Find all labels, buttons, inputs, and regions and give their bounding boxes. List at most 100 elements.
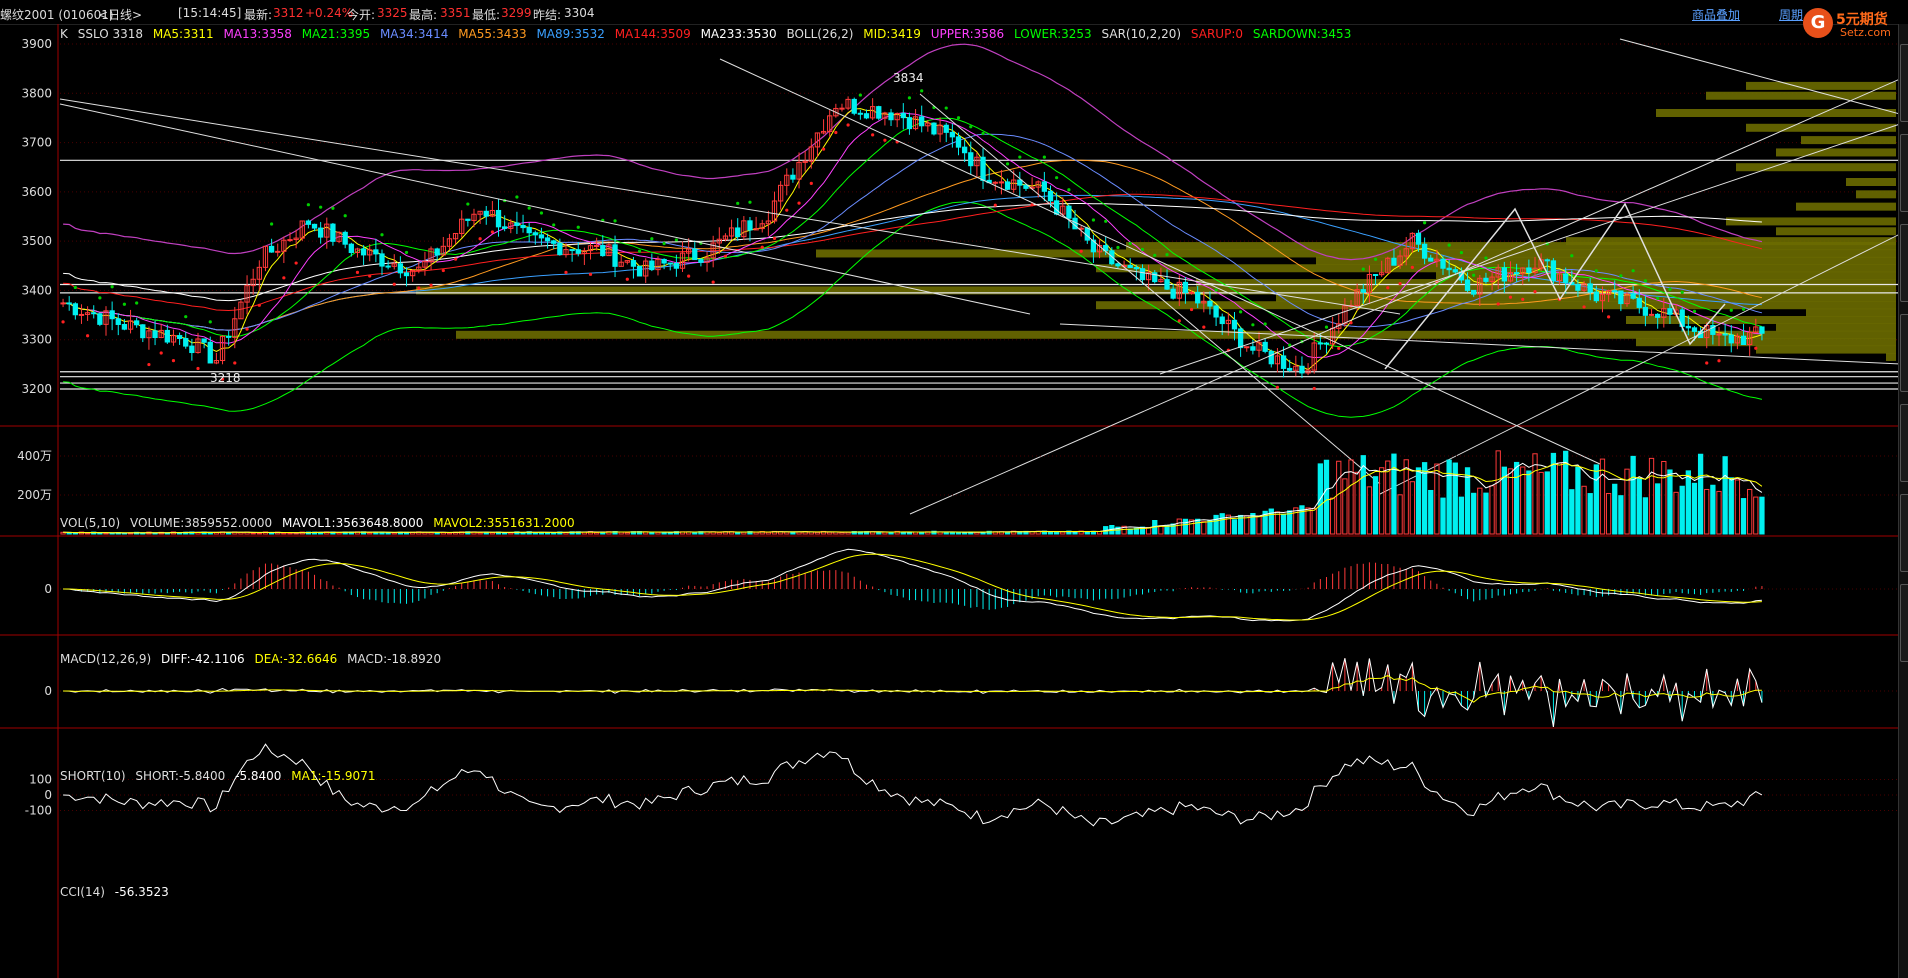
candle-body [176, 335, 183, 339]
sar-dot [257, 303, 261, 307]
candle-body [1471, 289, 1477, 295]
volume-bar [1440, 497, 1446, 535]
sar-dot [711, 280, 715, 284]
volume-bar [1176, 518, 1182, 535]
candle-body [1207, 300, 1213, 307]
side-tab-3[interactable] [1900, 224, 1908, 302]
sar-dot [1508, 295, 1513, 299]
sar-dot [552, 223, 556, 227]
sar-dot [1717, 359, 1721, 363]
sar-dot [110, 285, 114, 289]
candle-body [1231, 319, 1238, 330]
volume-bar [1471, 492, 1477, 535]
ma34-label: MA34:3414 [379, 27, 449, 41]
volume-bar [1716, 490, 1722, 535]
volume-bar [1391, 453, 1397, 535]
volume-profile-bar [1856, 190, 1896, 199]
high-value: 3351 [440, 6, 471, 20]
volume-bar [1667, 469, 1673, 535]
boll-mid-label: MID:3419 [863, 27, 921, 41]
sar-dot [1410, 265, 1414, 269]
sar-dot [1042, 155, 1046, 159]
candle-body [1219, 316, 1225, 325]
candle-body [876, 106, 882, 119]
sar-dot [1484, 256, 1488, 260]
candle-body [72, 303, 78, 316]
side-tab-6[interactable] [1900, 494, 1908, 572]
side-tab-7[interactable] [1900, 584, 1908, 662]
candle-body [183, 337, 189, 347]
candle-body [91, 312, 97, 315]
sar-dot [466, 202, 470, 206]
sar-dot [171, 359, 176, 363]
sar-dot [662, 241, 666, 246]
candle-body [330, 223, 336, 242]
side-tab-5[interactable] [1900, 404, 1908, 482]
volume-bar [1520, 466, 1526, 535]
candle-body [526, 227, 532, 234]
volume-bar [1323, 459, 1330, 535]
volume-bar [655, 531, 661, 535]
candlestick-chart-canvas[interactable]: 3900 3800 3700 3600 3500 3400 3300 3200 3834 3218… [0, 24, 1898, 978]
candle-body [1360, 289, 1366, 293]
sar-dot [1692, 309, 1697, 313]
sar-dot [1079, 249, 1083, 253]
side-tab-1[interactable] [1900, 44, 1908, 122]
volume-bar [1458, 496, 1465, 535]
sar-dot [1643, 279, 1648, 283]
candle-body [1053, 200, 1060, 215]
period-tag: <日线> [98, 8, 143, 22]
candle-body [1164, 279, 1170, 290]
cci-axis-label: -100 [25, 804, 52, 818]
high-label: 最高: [409, 8, 438, 22]
candle-body [649, 260, 655, 271]
volume-bar [827, 531, 833, 535]
candle-body [747, 220, 753, 231]
boll-lower-label: LOWER:3253 [1013, 27, 1092, 41]
overlay-link[interactable]: 商品叠加 [1692, 8, 1740, 22]
volume-bar [1372, 476, 1379, 535]
candle-body [1501, 267, 1507, 282]
sar-dot [135, 301, 139, 305]
sar-dot [1239, 310, 1243, 314]
open-label: 今开: [347, 8, 376, 22]
candle-body [955, 136, 962, 148]
trend-line [59, 98, 1401, 315]
volume-bar [1624, 468, 1630, 535]
candle-body [544, 237, 551, 242]
volume-bar [649, 531, 655, 535]
candle-body [863, 113, 870, 119]
volume-bar [1483, 492, 1489, 535]
contract-title: 螺纹2001 (010601) [0, 8, 114, 22]
sar-dot [1263, 322, 1267, 326]
candle-body [900, 112, 906, 119]
quote-header-bar: 螺纹2001 (010601) <日线> [15:14:45] 最新: 3312… [0, 0, 1908, 25]
volume-bar [1219, 513, 1225, 535]
sar-dot [441, 268, 445, 273]
sar-dot [1312, 386, 1316, 391]
volume-bar [692, 531, 698, 535]
volume-bar [1256, 515, 1262, 535]
sar-dot [306, 203, 310, 207]
volume-bar [1630, 455, 1636, 535]
sar-dot [564, 270, 568, 274]
sar-dot [159, 351, 163, 355]
volume-bar [1759, 496, 1765, 535]
volume-bar [250, 532, 256, 535]
short-ma1: MA1:-15.9071 [291, 769, 376, 783]
vol-mavol2: MAVOL2:3551631.2000 [433, 516, 575, 530]
short-indicator-legend: SHORT(10) SHORT:-5.8400 -5.8400 MA1:-15.… [60, 769, 381, 783]
sar-dot [98, 296, 102, 300]
sar-dot [650, 237, 654, 241]
quote-time: [15:14:45] [178, 6, 242, 20]
candle-body [520, 224, 526, 229]
sar-dot [1459, 251, 1464, 255]
chart-area[interactable]: 3900 3800 3700 3600 3500 3400 3300 3200 3834 3218… [0, 24, 1908, 978]
candle-body [397, 263, 404, 274]
price-axis-label: 3900 [21, 37, 52, 51]
volume-bar [1575, 466, 1581, 535]
low-label: 最低: [472, 8, 501, 22]
side-tab-4[interactable] [1900, 314, 1908, 392]
candle-body [1587, 283, 1593, 293]
side-tab-2[interactable] [1900, 134, 1908, 212]
